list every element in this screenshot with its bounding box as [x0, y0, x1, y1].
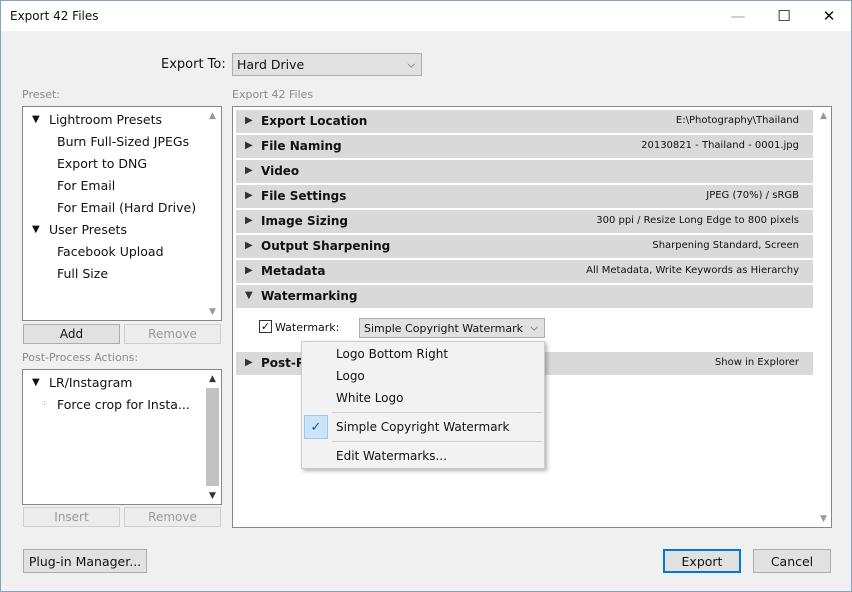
remove-preset-button[interactable]: Remove: [124, 324, 221, 344]
collapsed-triangle-icon: ▶: [245, 357, 253, 368]
scroll-down-icon[interactable]: ▼: [204, 487, 221, 504]
menu-item-label: Simple Copyright Watermark: [336, 420, 510, 434]
preset-item[interactable]: For Email (Hard Drive): [57, 200, 196, 215]
scroll-thumb[interactable]: [206, 388, 219, 486]
watermark-value: Simple Copyright Watermark: [364, 321, 523, 335]
menu-item-edit-watermarks[interactable]: Edit Watermarks...: [302, 445, 544, 467]
close-button[interactable]: ✕: [806, 1, 852, 31]
menu-item-label: Logo: [336, 369, 365, 383]
checkmark-icon: ✓: [304, 415, 328, 439]
post-process-list[interactable]: ▼ LR/Instagram ⁘ Force crop for Insta...…: [22, 369, 222, 505]
section-watermarking[interactable]: ▼ Watermarking: [236, 285, 813, 308]
preset-label: Preset:: [22, 88, 61, 101]
collapsed-triangle-icon: ▶: [245, 140, 253, 151]
section-video[interactable]: ▶ Video: [236, 160, 813, 183]
maximize-button[interactable]: ☐: [761, 1, 807, 31]
section-summary: E:\Photography\Thailand: [675, 115, 799, 126]
export-dialog: Export 42 Files — ☐ ✕ Export To: Hard Dr…: [0, 0, 852, 592]
preset-item[interactable]: Burn Full-Sized JPEGs: [57, 134, 189, 149]
section-summary: 20130821 - Thailand - 0001.jpg: [641, 140, 799, 151]
post-process-item[interactable]: Force crop for Insta...: [57, 397, 190, 412]
watermark-checkbox[interactable]: ✓: [259, 320, 272, 333]
scroll-up-icon[interactable]: ▲: [204, 370, 221, 387]
post-process-label: Post-Process Actions:: [22, 351, 139, 364]
settings-scrollbar[interactable]: ▲ ▼: [815, 107, 831, 527]
chevron-down-icon: ⌵: [407, 59, 415, 70]
menu-item-label: Edit Watermarks...: [336, 449, 447, 463]
menu-item-simple-copyright[interactable]: ✓ Simple Copyright Watermark: [302, 415, 544, 439]
cancel-button[interactable]: Cancel: [753, 549, 831, 573]
section-title: Export Location: [261, 114, 368, 128]
section-summary: Sharpening Standard, Screen: [652, 240, 799, 251]
collapsed-triangle-icon: ▶: [245, 215, 253, 226]
preset-group-user[interactable]: User Presets: [49, 222, 127, 237]
menu-separator: [332, 441, 542, 442]
post-process-group[interactable]: LR/Instagram: [49, 375, 132, 390]
section-export-location[interactable]: ▶ Export Location E:\Photography\Thailan…: [236, 110, 813, 133]
menu-item-logo[interactable]: Logo: [302, 365, 544, 387]
section-title: File Settings: [261, 189, 347, 203]
expanded-triangle-icon: ▼: [245, 290, 253, 301]
watermark-dropdown-menu: Logo Bottom Right Logo White Logo ✓ Simp…: [301, 341, 545, 469]
expanded-triangle-icon[interactable]: ▼: [32, 224, 40, 235]
menu-separator: [332, 412, 542, 413]
section-title: Output Sharpening: [261, 239, 391, 253]
remove-action-button[interactable]: Remove: [124, 507, 221, 527]
menu-item-label: White Logo: [336, 391, 404, 405]
preset-group-lightroom[interactable]: Lightroom Presets: [49, 112, 162, 127]
preset-item[interactable]: Full Size: [57, 266, 108, 281]
section-image-sizing[interactable]: ▶ Image Sizing 300 ppi / Resize Long Edg…: [236, 210, 813, 233]
collapsed-triangle-icon: ▶: [245, 240, 253, 251]
plugin-manager-button[interactable]: Plug-in Manager...: [23, 549, 147, 573]
preset-item[interactable]: For Email: [57, 178, 115, 193]
export-files-label: Export 42 Files: [232, 88, 314, 101]
title-bar: Export 42 Files — ☐ ✕: [1, 1, 851, 31]
collapsed-triangle-icon: ▶: [245, 165, 253, 176]
section-summary: All Metadata, Write Keywords as Hierarch…: [586, 265, 799, 276]
section-title: File Naming: [261, 139, 342, 153]
watermark-label: Watermark:: [275, 321, 340, 334]
scroll-up-icon[interactable]: ▲: [815, 107, 832, 124]
preset-list[interactable]: ▼ Lightroom Presets Burn Full-Sized JPEG…: [22, 106, 222, 321]
expanded-triangle-icon[interactable]: ▼: [32, 377, 40, 388]
export-to-select[interactable]: Hard Drive ⌵: [232, 53, 422, 76]
collapsed-triangle-icon: ▶: [245, 190, 253, 201]
preset-item[interactable]: Export to DNG: [57, 156, 147, 171]
section-title: Image Sizing: [261, 214, 348, 228]
section-title: Video: [261, 164, 300, 178]
section-output-sharpening[interactable]: ▶ Output Sharpening Sharpening Standard,…: [236, 235, 813, 258]
collapsed-triangle-icon: ▶: [245, 115, 253, 126]
export-to-value: Hard Drive: [237, 57, 305, 72]
export-to-label: Export To:: [161, 57, 226, 72]
menu-item-white-logo[interactable]: White Logo: [302, 387, 544, 409]
section-file-naming[interactable]: ▶ File Naming 20130821 - Thailand - 0001…: [236, 135, 813, 158]
insert-button[interactable]: Insert: [23, 507, 120, 527]
export-button[interactable]: Export: [663, 549, 741, 573]
scroll-down-icon[interactable]: ▼: [815, 510, 832, 527]
collapsed-triangle-icon: ▶: [245, 265, 253, 276]
section-title: Watermarking: [261, 289, 358, 303]
section-metadata[interactable]: ▶ Metadata All Metadata, Write Keywords …: [236, 260, 813, 283]
chevron-down-icon: ⌵: [530, 322, 538, 334]
window-title: Export 42 Files: [10, 9, 99, 23]
section-file-settings[interactable]: ▶ File Settings JPEG (70%) / sRGB: [236, 185, 813, 208]
scroll-up-icon[interactable]: ▲: [204, 107, 221, 124]
section-summary: Show in Explorer: [714, 357, 799, 368]
drag-handle-icon: ⁘: [41, 399, 48, 408]
minimize-button[interactable]: —: [715, 1, 761, 31]
section-summary: 300 ppi / Resize Long Edge to 800 pixels: [596, 215, 799, 226]
scroll-down-icon[interactable]: ▼: [204, 303, 221, 320]
preset-item[interactable]: Facebook Upload: [57, 244, 164, 259]
post-process-scrollbar[interactable]: ▲ ▼: [204, 370, 221, 504]
menu-item-label: Logo Bottom Right: [336, 347, 449, 361]
expanded-triangle-icon[interactable]: ▼: [32, 114, 40, 125]
section-summary: JPEG (70%) / sRGB: [706, 190, 799, 201]
menu-item-logo-bottom-right[interactable]: Logo Bottom Right: [302, 343, 544, 365]
add-preset-button[interactable]: Add: [23, 324, 120, 344]
watermark-select[interactable]: Simple Copyright Watermark ⌵: [359, 318, 545, 338]
section-title: Metadata: [261, 264, 326, 278]
preset-scrollbar[interactable]: ▲ ▼: [204, 107, 221, 320]
